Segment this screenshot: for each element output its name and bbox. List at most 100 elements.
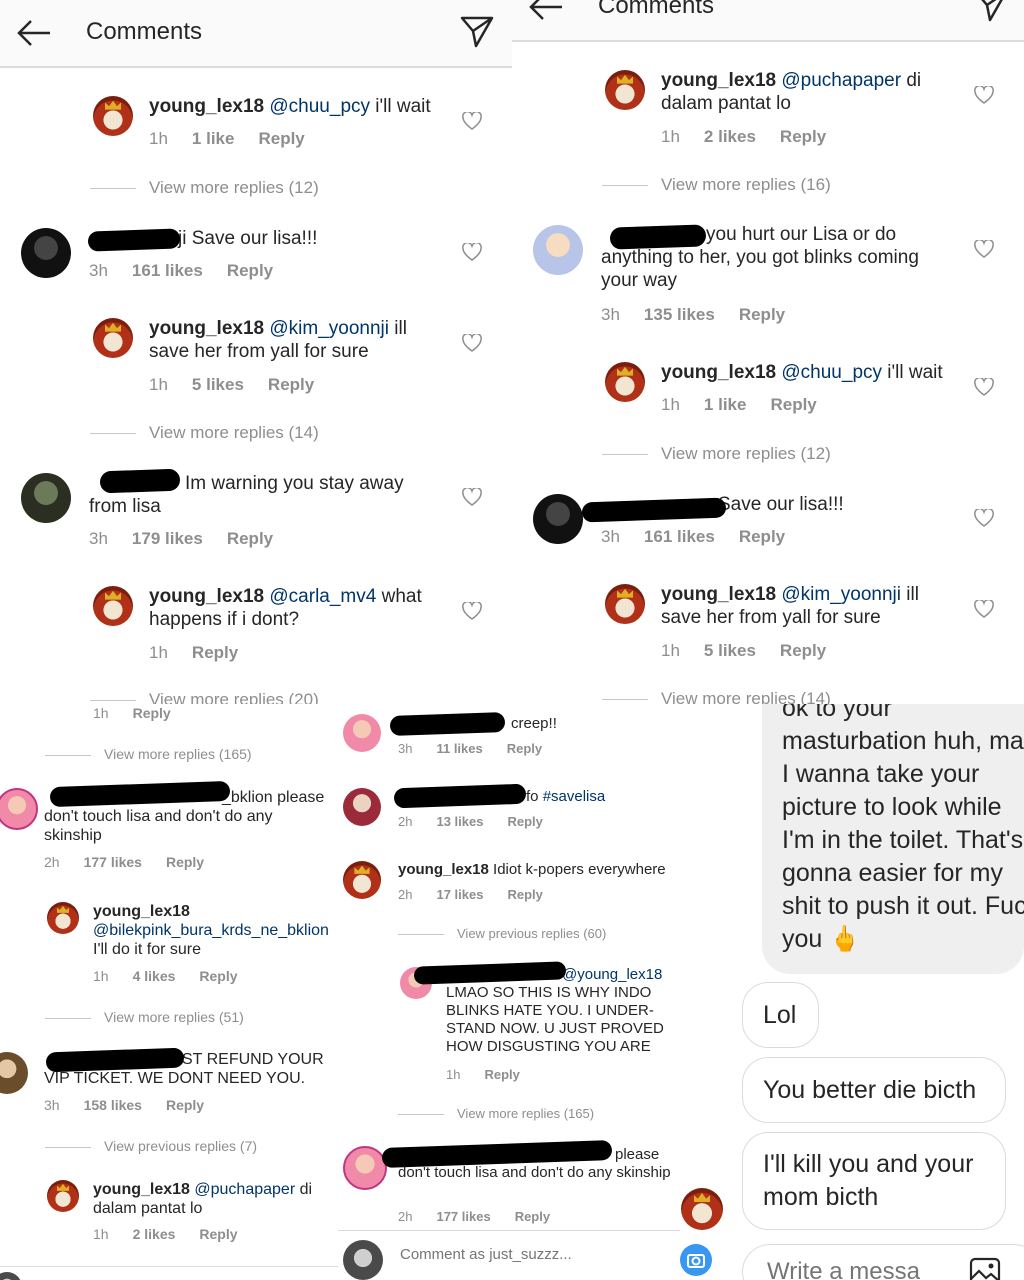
avatar[interactable] — [93, 318, 133, 358]
redaction-mark — [393, 783, 527, 809]
comment-text: young_lex18 @puchapaper di dalam pantat … — [93, 1181, 313, 1218]
heart-icon[interactable] — [462, 488, 482, 506]
reply-button[interactable]: Reply — [507, 741, 542, 756]
heart-icon[interactable] — [462, 243, 482, 261]
redaction-mark — [609, 224, 707, 250]
avatar[interactable] — [343, 714, 381, 752]
comment-text: young_lex18 @kim_yoonnji ill save her fr… — [661, 584, 919, 628]
avatar[interactable] — [605, 362, 645, 402]
reply-button[interactable]: Reply — [739, 305, 785, 324]
like-count: 177 likes — [83, 854, 142, 870]
comment-meta: 3h 179 likes Reply — [89, 529, 274, 548]
avatar[interactable] — [343, 861, 381, 899]
heart-icon[interactable] — [974, 240, 994, 258]
comment-meta: 1h 2 likes Reply — [93, 1226, 238, 1242]
avatar[interactable] — [47, 902, 79, 934]
like-count: 5 likes — [703, 641, 756, 660]
heart-icon[interactable] — [974, 378, 994, 396]
comment-meta: 1h 1 like Reply — [661, 395, 817, 414]
reply-button[interactable]: Reply — [199, 968, 237, 984]
avatar[interactable] — [605, 584, 645, 624]
reply-button[interactable]: Reply — [770, 395, 816, 414]
comment-text: fo #savelisa — [526, 788, 606, 805]
heart-icon[interactable] — [974, 509, 994, 527]
comments-header: Comments — [512, 0, 1024, 42]
reply-button[interactable]: Reply — [780, 127, 826, 146]
avatar[interactable] — [0, 788, 38, 830]
view-more-replies[interactable]: View more replies (14) — [602, 689, 831, 704]
comment-meta: 1h 5 likes Reply — [149, 375, 315, 394]
view-more-replies[interactable]: View more replies (16) — [602, 175, 831, 195]
comment-meta: 1h Reply — [93, 705, 171, 721]
reply-button[interactable]: Reply — [133, 705, 171, 721]
sent-message: Lol — [742, 982, 819, 1048]
reply-button[interactable]: Reply — [258, 129, 304, 148]
avatar[interactable] — [343, 1146, 387, 1190]
reply-button[interactable]: Reply — [166, 854, 204, 870]
avatar[interactable] — [605, 70, 645, 110]
direct-send-icon[interactable] — [460, 15, 494, 49]
redaction-mark — [99, 468, 181, 494]
avatar[interactable] — [0, 1052, 28, 1094]
comments-panel-bottom-middle: creep!! 3h 11 likes Reply fo #savelisa 2h 1… — [338, 704, 680, 1280]
comment-text: ji Save our lisa!!! — [178, 228, 318, 249]
reply-button[interactable]: Reply — [484, 1067, 519, 1082]
redaction-mark — [87, 228, 181, 252]
reply-button[interactable]: Reply — [227, 261, 273, 280]
avatar[interactable] — [21, 228, 71, 278]
comment-text: young_lex18 @kim_yoonnji ill save her fr… — [149, 318, 407, 362]
view-previous-replies[interactable]: View previous replies (60) — [398, 926, 606, 941]
view-more-replies[interactable]: View more replies (165) — [398, 1106, 594, 1121]
reply-button[interactable]: Reply — [507, 887, 542, 902]
reply-button[interactable]: Reply — [515, 1209, 550, 1224]
reply-button[interactable]: Reply — [199, 1226, 237, 1242]
view-more-replies[interactable]: View more replies (20) — [90, 690, 319, 704]
avatar[interactable] — [93, 96, 133, 136]
heart-icon[interactable] — [974, 600, 994, 618]
sent-message: You better die bicth — [742, 1057, 1006, 1123]
direct-message-panel: ok to your masturbation huh, ma I wanna … — [680, 704, 1024, 1280]
avatar[interactable] — [343, 788, 381, 826]
comment-meta: 1h 1 like Reply — [149, 129, 305, 148]
comment-meta: 2h 13 likes Reply — [398, 814, 543, 829]
view-more-replies[interactable]: View more replies (165) — [45, 746, 252, 762]
view-more-replies[interactable]: View more replies (51) — [45, 1009, 244, 1025]
like-count: 1 like — [191, 129, 235, 148]
heart-icon[interactable] — [974, 86, 994, 104]
camera-button[interactable] — [680, 1244, 712, 1276]
camera-icon — [687, 1254, 705, 1268]
heart-icon[interactable] — [462, 334, 482, 352]
reply-button[interactable]: Reply — [739, 527, 785, 546]
avatar[interactable] — [21, 473, 71, 523]
direct-send-icon[interactable] — [974, 0, 1008, 23]
comment-meta: 3h 161 likes Reply — [89, 261, 274, 280]
gallery-icon[interactable] — [969, 1257, 1001, 1280]
avatar[interactable] — [93, 586, 133, 626]
redaction-mark — [581, 497, 727, 523]
view-more-replies[interactable]: View more replies (14) — [90, 423, 319, 443]
avatar[interactable] — [533, 225, 583, 275]
avatar[interactable] — [47, 1180, 79, 1212]
reply-button[interactable]: Reply — [780, 641, 826, 660]
view-more-replies[interactable]: View more replies (12) — [90, 178, 319, 198]
heart-icon[interactable] — [462, 112, 482, 130]
page-title: Comments — [598, 0, 715, 19]
like-count: 11 likes — [436, 741, 483, 756]
comment-text: young_lex18 @puchapaper di dalam pantat … — [661, 70, 922, 114]
avatar[interactable] — [533, 494, 583, 544]
back-arrow-icon[interactable] — [528, 0, 564, 22]
like-count: 17 likes — [436, 887, 484, 902]
reply-button[interactable]: Reply — [507, 814, 542, 829]
heart-icon[interactable] — [462, 602, 482, 620]
reply-button[interactable]: Reply — [227, 529, 273, 548]
back-arrow-icon[interactable] — [16, 18, 52, 48]
reply-button[interactable]: Reply — [192, 643, 238, 662]
view-previous-replies[interactable]: View previous replies (7) — [45, 1138, 257, 1154]
reply-button[interactable]: Reply — [268, 375, 314, 394]
message-input[interactable] — [765, 1257, 949, 1280]
reply-button[interactable]: Reply — [166, 1097, 204, 1113]
view-more-replies[interactable]: View more replies (12) — [602, 444, 831, 464]
page-title: Comments — [86, 18, 203, 45]
comment-input[interactable] — [398, 1245, 662, 1264]
comments-panel-bottom-left: 1h Reply View more replies (165) _bklion … — [0, 704, 338, 1280]
